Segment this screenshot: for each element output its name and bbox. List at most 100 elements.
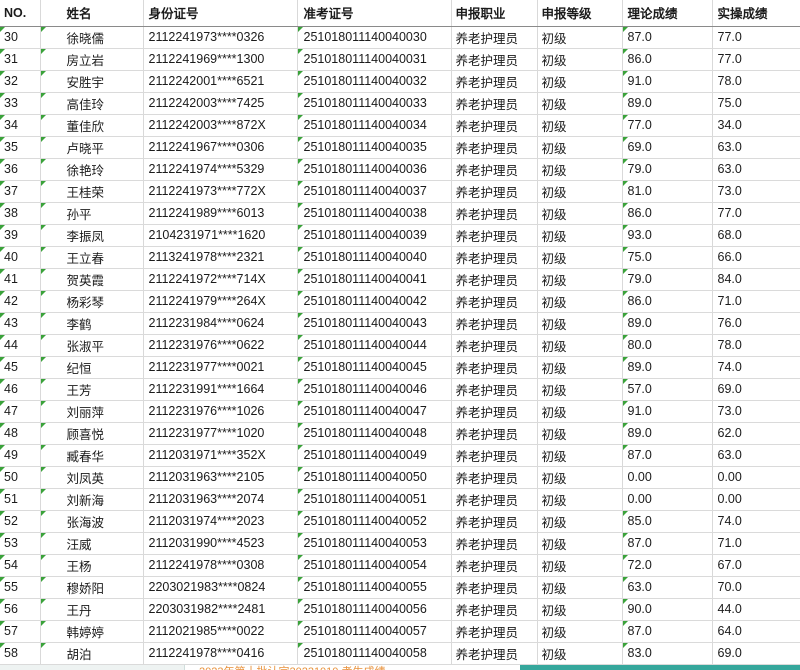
cell-no[interactable]: 51 [0,488,40,510]
cell-occupation[interactable]: 养老护理员 [451,642,537,664]
cell-practical[interactable]: 78.0 [712,334,800,356]
cell-level[interactable]: 初级 [537,26,622,48]
cell-occupation[interactable]: 养老护理员 [451,356,537,378]
cell-name[interactable]: 董佳欣 [40,114,143,136]
cell-exam-no[interactable]: 251018011140040055 [297,576,451,598]
cell-exam-no[interactable]: 251018011140040036 [297,158,451,180]
cell-id[interactable]: 2203031982****2481 [143,598,297,620]
cell-level[interactable]: 初级 [537,70,622,92]
cell-occupation[interactable]: 养老护理员 [451,466,537,488]
cell-theory[interactable]: 69.0 [622,136,712,158]
cell-occupation[interactable]: 养老护理员 [451,202,537,224]
cell-theory[interactable]: 89.0 [622,312,712,334]
cell-exam-no[interactable]: 251018011140040041 [297,268,451,290]
cell-name[interactable]: 刘新海 [40,488,143,510]
cell-id[interactable]: 2112241969****1300 [143,48,297,70]
cell-id[interactable]: 2112231991****1664 [143,378,297,400]
cell-exam-no[interactable]: 251018011140040048 [297,422,451,444]
cell-occupation[interactable]: 养老护理员 [451,180,537,202]
cell-name[interactable]: 胡泊 [40,642,143,664]
cell-no[interactable]: 33 [0,92,40,114]
cell-no[interactable]: 34 [0,114,40,136]
cell-name[interactable]: 刘凤英 [40,466,143,488]
cell-level[interactable]: 初级 [537,334,622,356]
cell-name[interactable]: 李鹤 [40,312,143,334]
cell-theory[interactable]: 75.0 [622,246,712,268]
cell-occupation[interactable]: 养老护理员 [451,70,537,92]
cell-level[interactable]: 初级 [537,312,622,334]
cell-occupation[interactable]: 养老护理员 [451,92,537,114]
cell-id[interactable]: 2203021983****0824 [143,576,297,598]
cell-level[interactable]: 初级 [537,422,622,444]
cell-level[interactable]: 初级 [537,246,622,268]
cell-practical[interactable]: 69.0 [712,378,800,400]
cell-practical[interactable]: 74.0 [712,356,800,378]
cell-occupation[interactable]: 养老护理员 [451,48,537,70]
cell-exam-no[interactable]: 251018011140040046 [297,378,451,400]
cell-practical[interactable]: 70.0 [712,576,800,598]
cell-practical[interactable]: 71.0 [712,532,800,554]
cell-level[interactable]: 初级 [537,444,622,466]
cell-name[interactable]: 王杨 [40,554,143,576]
cell-exam-no[interactable]: 251018011140040035 [297,136,451,158]
cell-exam-no[interactable]: 251018011140040045 [297,356,451,378]
cell-no[interactable]: 31 [0,48,40,70]
cell-name[interactable]: 穆娇阳 [40,576,143,598]
cell-no[interactable]: 30 [0,26,40,48]
cell-name[interactable]: 徐晓儒 [40,26,143,48]
cell-level[interactable]: 初级 [537,356,622,378]
cell-practical[interactable]: 74.0 [712,510,800,532]
cell-exam-no[interactable]: 251018011140040056 [297,598,451,620]
cell-theory[interactable]: 0.00 [622,488,712,510]
cell-occupation[interactable]: 养老护理员 [451,532,537,554]
cell-practical[interactable]: 73.0 [712,180,800,202]
cell-theory[interactable]: 79.0 [622,158,712,180]
cell-theory[interactable]: 63.0 [622,576,712,598]
cell-exam-no[interactable]: 251018011140040053 [297,532,451,554]
cell-level[interactable]: 初级 [537,488,622,510]
column-header-exam-no[interactable]: 准考证号 [297,0,451,26]
cell-practical[interactable]: 77.0 [712,26,800,48]
cell-id[interactable]: 2112031971****352X [143,444,297,466]
cell-practical[interactable]: 77.0 [712,48,800,70]
cell-id[interactable]: 2112242001****6521 [143,70,297,92]
cell-id[interactable]: 2112031963****2074 [143,488,297,510]
cell-no[interactable]: 46 [0,378,40,400]
cell-theory[interactable]: 87.0 [622,620,712,642]
cell-occupation[interactable]: 养老护理员 [451,620,537,642]
cell-no[interactable]: 32 [0,70,40,92]
cell-name[interactable]: 高佳玲 [40,92,143,114]
cell-theory[interactable]: 90.0 [622,598,712,620]
cell-level[interactable]: 初级 [537,158,622,180]
cell-practical[interactable]: 76.0 [712,312,800,334]
cell-theory[interactable]: 86.0 [622,290,712,312]
cell-name[interactable]: 臧春华 [40,444,143,466]
cell-exam-no[interactable]: 251018011140040044 [297,334,451,356]
cell-practical[interactable]: 69.0 [712,642,800,664]
cell-no[interactable]: 43 [0,312,40,334]
cell-level[interactable]: 初级 [537,554,622,576]
cell-occupation[interactable]: 养老护理员 [451,378,537,400]
cell-level[interactable]: 初级 [537,92,622,114]
cell-no[interactable]: 55 [0,576,40,598]
cell-theory[interactable]: 81.0 [622,180,712,202]
cell-no[interactable]: 58 [0,642,40,664]
cell-exam-no[interactable]: 251018011140040034 [297,114,451,136]
cell-practical[interactable]: 73.0 [712,400,800,422]
cell-practical[interactable]: 34.0 [712,114,800,136]
cell-no[interactable]: 44 [0,334,40,356]
cell-name[interactable]: 王芳 [40,378,143,400]
cell-no[interactable]: 50 [0,466,40,488]
cell-theory[interactable]: 85.0 [622,510,712,532]
cell-no[interactable]: 57 [0,620,40,642]
cell-no[interactable]: 52 [0,510,40,532]
cell-name[interactable]: 李振凤 [40,224,143,246]
cell-theory[interactable]: 86.0 [622,48,712,70]
cell-theory[interactable]: 87.0 [622,444,712,466]
column-header-name[interactable]: 姓名 [40,0,143,26]
cell-practical[interactable]: 68.0 [712,224,800,246]
cell-exam-no[interactable]: 251018011140040050 [297,466,451,488]
cell-level[interactable]: 初级 [537,268,622,290]
cell-id[interactable]: 2113241978****2321 [143,246,297,268]
cell-occupation[interactable]: 养老护理员 [451,400,537,422]
